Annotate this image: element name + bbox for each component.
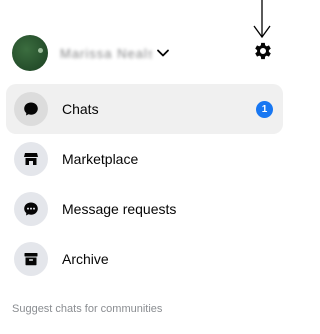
archive-box-icon <box>14 242 48 276</box>
messenger-menu-panel: Marissa Neals Chats 1 Marketplace Messag… <box>0 0 289 334</box>
avatar-highlight <box>38 48 43 53</box>
account-name: Marissa Neals <box>60 45 152 61</box>
main-menu: Chats 1 Marketplace Message requests Arc… <box>0 84 289 284</box>
unread-count-badge: 1 <box>256 101 273 118</box>
gear-icon[interactable] <box>252 40 274 62</box>
chat-bubble-icon <box>14 92 48 126</box>
menu-item-label: Archive <box>62 251 109 267</box>
menu-item-message-requests[interactable]: Message requests <box>6 184 283 234</box>
storefront-icon <box>14 142 48 176</box>
communities-section-heading: Suggest chats for communities <box>12 303 163 315</box>
menu-item-label: Message requests <box>62 201 177 217</box>
account-switcher[interactable]: Marissa Neals <box>60 42 170 64</box>
menu-item-archive[interactable]: Archive <box>6 234 283 284</box>
menu-item-chats[interactable]: Chats 1 <box>6 84 283 134</box>
menu-item-label: Chats <box>62 101 99 117</box>
menu-item-marketplace[interactable]: Marketplace <box>6 134 283 184</box>
menu-item-label: Marketplace <box>62 151 139 167</box>
avatar[interactable] <box>12 35 48 71</box>
menu-header: Marissa Neals <box>0 30 289 76</box>
message-requests-icon <box>14 192 48 226</box>
chevron-down-icon <box>157 49 169 57</box>
